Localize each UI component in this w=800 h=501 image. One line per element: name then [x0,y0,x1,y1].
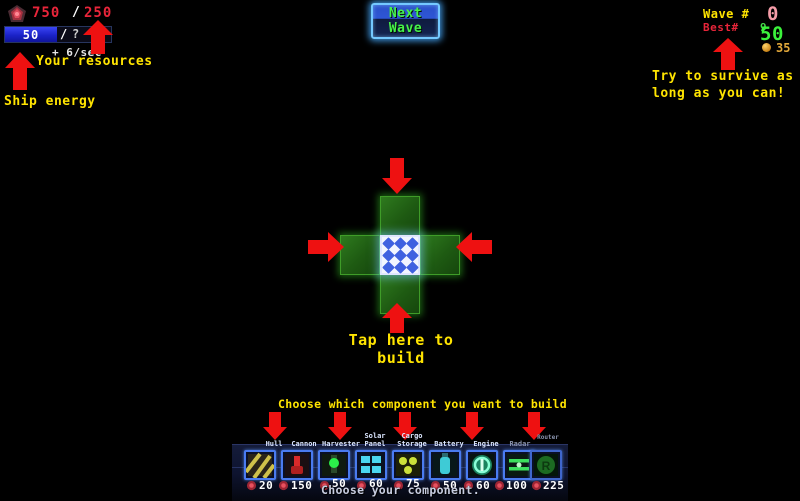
arrow-up-ore [82,20,114,54]
cost-ore-icon-router [531,480,542,491]
arrow-down-comp-1 [262,412,288,440]
engine-icon [470,454,494,476]
ship-build-grid [340,196,460,314]
ore-crystal-icon [8,5,26,22]
next-wave-line1: Next [388,6,423,21]
router-icon: R [534,454,558,476]
wave-number: 0 [767,3,779,25]
tip-ship-energy: Ship energy [4,94,96,109]
best-wave-label: Best# [703,21,739,34]
harvester-icon [322,454,346,476]
coin-value: 35 [776,41,791,55]
component-slot-harvester[interactable] [318,450,350,480]
component-slot-cargo-storage[interactable] [392,450,424,480]
tip-survive: Try to survive as long as you can! [652,69,794,101]
arrow-down-grid-top [381,158,413,194]
cost-ore-icon-hull [246,480,257,491]
arrow-left-grid-right [456,231,492,263]
arrow-down-comp-4 [459,412,485,440]
cost-ore-icon-radar [494,480,505,491]
component-slot-router[interactable]: R [530,450,562,480]
next-wave-line2: Wave [388,21,423,36]
tip-your-resources: Your resources [36,54,153,69]
ship-energy-value: 50 [22,28,40,42]
ore-max-value: 250 [84,5,113,21]
grid-tile-top[interactable] [380,196,420,236]
tip-tap-here-to-build: Tap here to build [348,331,454,367]
gold-coin-icon [762,43,771,52]
component-slot-solar-panel[interactable] [355,450,387,480]
battery-icon [433,453,457,476]
component-cost-cannon: 150 [291,479,313,492]
solar-panel-icon [359,454,383,476]
cargo-storage-icon [396,454,420,476]
grid-tile-right[interactable] [420,235,460,275]
next-wave-button[interactable]: Next Wave [371,3,440,39]
cannon-icon [285,454,309,476]
arrow-right-grid-left [308,231,344,263]
grid-tile-left[interactable] [340,235,380,275]
ore-current-value: 750 [32,5,61,21]
arrow-up-grid-bottom [381,303,413,333]
component-slot-cannon[interactable] [281,450,313,480]
component-slot-battery[interactable] [429,450,461,480]
svg-text:R: R [542,459,551,473]
label-choose-your-component: Choose your component. [321,483,480,497]
arrow-down-comp-2 [327,412,353,440]
energy-separator: / [60,27,68,41]
cost-ore-icon-cannon [278,480,289,491]
hull-icon [246,452,274,478]
component-label-router: Router [537,434,559,441]
label-choose-component: Choose which component you want to build [278,397,567,411]
component-slot-hull[interactable] [244,450,276,480]
arrow-up-wave [712,38,744,70]
ship-core-cockpit[interactable] [380,235,420,275]
component-cost-router: 225 [543,479,565,492]
component-slot-engine[interactable] [466,450,498,480]
component-cost-radar: 100 [506,479,528,492]
energy-max-value: ? [72,27,81,41]
component-cost-hull: 20 [259,479,274,492]
arrow-up-energy [4,52,36,90]
wave-label: Wave # [703,7,750,21]
radar-icon [507,454,531,476]
ore-separator: / [72,5,80,20]
core-pattern [381,236,419,274]
